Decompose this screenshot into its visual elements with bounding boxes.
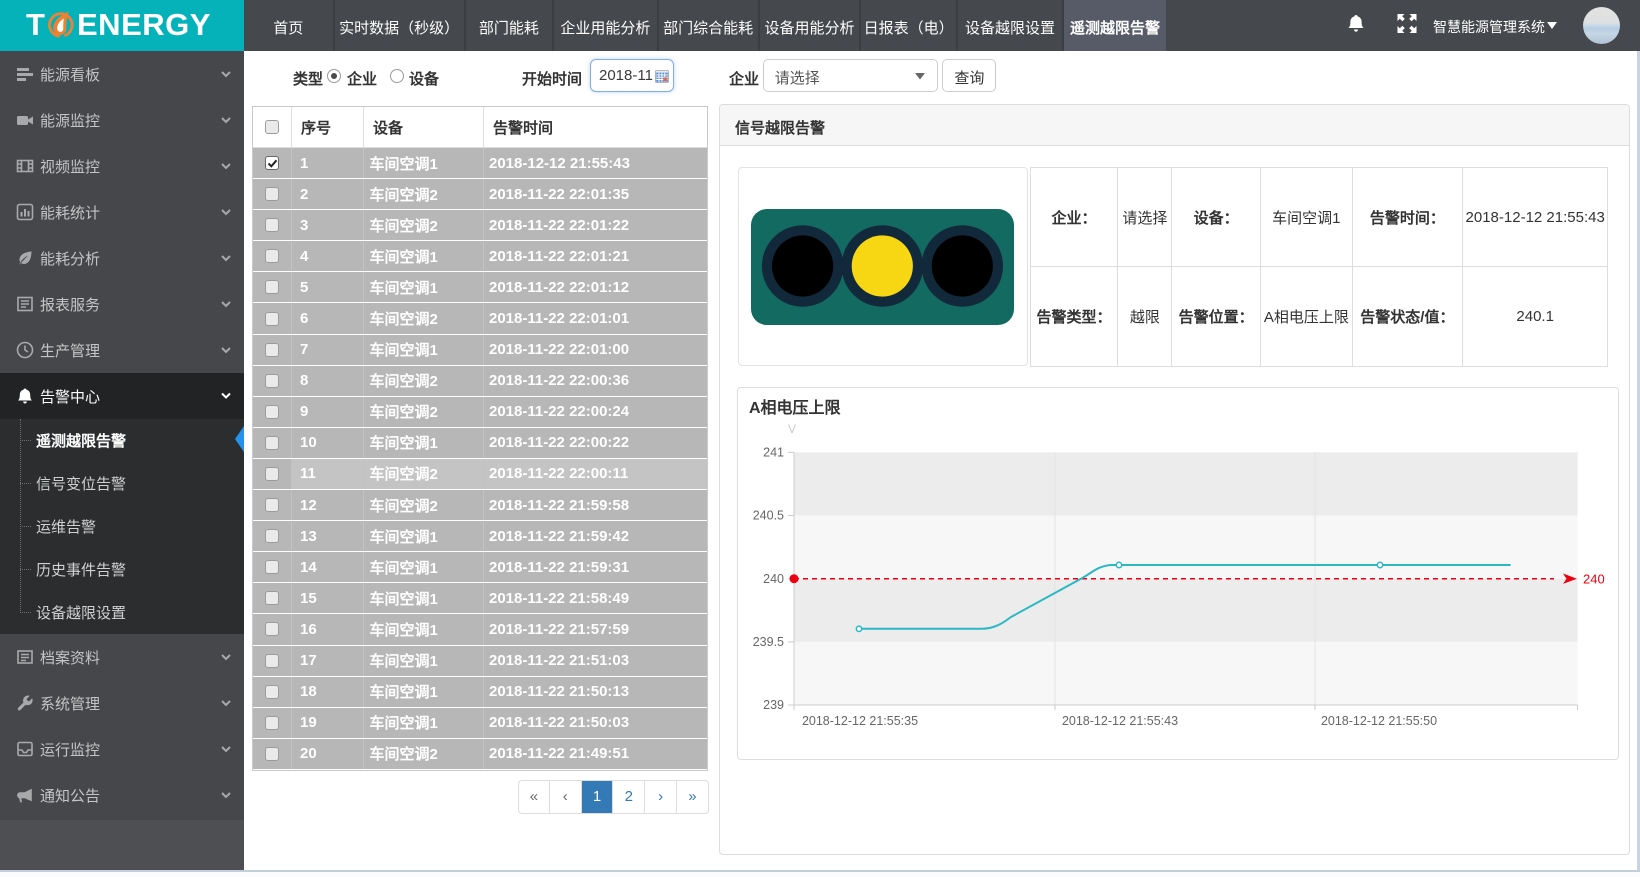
svg-text:241: 241 <box>763 446 784 460</box>
svg-text:239.5: 239.5 <box>753 635 784 649</box>
svg-text:240: 240 <box>1583 571 1605 586</box>
svg-text:2018-12-12 21:55:43: 2018-12-12 21:55:43 <box>1062 714 1178 728</box>
svg-text:V: V <box>788 422 796 436</box>
svg-text:2018-12-12 21:55:35: 2018-12-12 21:55:35 <box>802 714 918 728</box>
svg-text:240: 240 <box>763 572 784 586</box>
svg-text:2018-12-12 21:55:50: 2018-12-12 21:55:50 <box>1321 714 1437 728</box>
svg-text:239: 239 <box>763 698 784 712</box>
svg-text:240.5: 240.5 <box>753 509 784 523</box>
